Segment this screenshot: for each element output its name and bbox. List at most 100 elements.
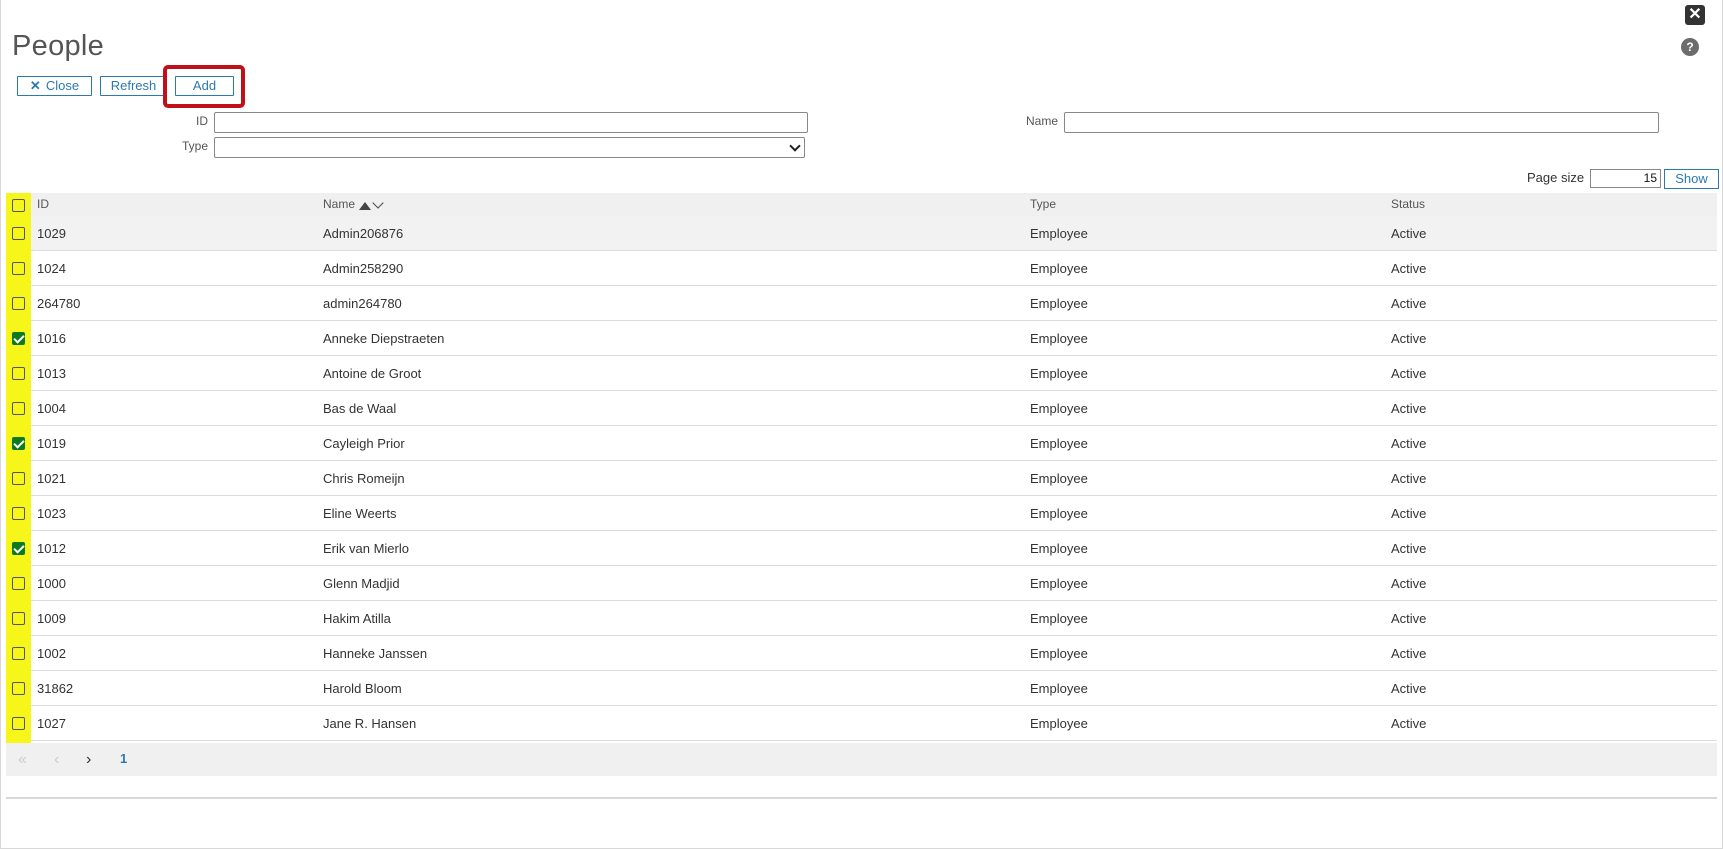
table-row[interactable]: 1023 Eline Weerts Employee Active [6, 496, 1717, 531]
column-header-type[interactable]: Type [1030, 197, 1056, 211]
row-id: 1013 [37, 366, 66, 381]
row-name: Anneke Diepstraeten [323, 331, 445, 346]
row-name: Hanneke Janssen [323, 646, 428, 661]
sort-icon[interactable] [359, 197, 384, 212]
type-filter-select[interactable] [214, 137, 805, 158]
row-checkbox[interactable] [12, 472, 25, 485]
row-status: Active [1391, 611, 1427, 626]
column-header-id[interactable]: ID [37, 197, 49, 211]
page-size-input[interactable]: 15 [1590, 169, 1661, 188]
grid-body: 1029 Admin206876 Employee Active 1024 Admin25… [6, 216, 1717, 741]
page-number-link[interactable]: 1 [120, 751, 127, 766]
row-type: Employee [1030, 436, 1088, 451]
row-name: Bas de Waal [323, 401, 397, 416]
table-row[interactable]: 31862 Harold Bloom Employee Active [6, 671, 1717, 706]
row-status: Active [1391, 261, 1427, 276]
row-checkbox[interactable] [12, 262, 25, 275]
table-row[interactable]: 1021 Chris Romeijn Employee Active [6, 461, 1717, 496]
row-checkbox[interactable] [12, 612, 25, 625]
chevron-down-icon [789, 140, 801, 152]
row-id: 1000 [37, 576, 66, 591]
row-id: 1027 [37, 716, 66, 731]
table-row[interactable]: 1012 Erik van Mierlo Employee Active [6, 531, 1717, 566]
next-page-icon[interactable]: › [86, 751, 91, 769]
column-header-name-label: Name [323, 197, 356, 211]
row-checkbox[interactable] [12, 297, 25, 310]
sort-descending-icon [372, 197, 384, 209]
row-status: Active [1391, 541, 1427, 556]
row-name: Eline Weerts [323, 506, 397, 521]
row-id: 1016 [37, 331, 66, 346]
table-row[interactable]: 1024 Admin258290 Employee Active [6, 251, 1717, 286]
row-checkbox[interactable] [12, 227, 25, 240]
row-checkbox[interactable] [12, 507, 25, 520]
row-id: 1004 [37, 401, 66, 416]
row-type: Employee [1030, 646, 1088, 661]
table-row[interactable]: 264780 admin264780 Employee Active [6, 286, 1717, 321]
row-id: 1019 [37, 436, 66, 451]
name-filter-input[interactable] [1064, 112, 1659, 133]
row-name: Glenn Madjid [323, 576, 400, 591]
close-button[interactable]: ✕ Close [17, 76, 92, 96]
table-row[interactable]: 1004 Bas de Waal Employee Active [6, 391, 1717, 426]
row-checkbox[interactable] [12, 437, 25, 450]
first-page-icon[interactable]: « [18, 751, 27, 769]
row-id: 1024 [37, 261, 66, 276]
people-grid: ID Name Type Status 1029 Admin206876 Emplo… [6, 193, 1717, 741]
close-icon: ✕ [29, 78, 41, 93]
row-checkbox[interactable] [12, 647, 25, 660]
row-name: admin264780 [323, 296, 402, 311]
row-type: Employee [1030, 401, 1088, 416]
window-close-icon[interactable]: ✕ [1685, 5, 1705, 25]
row-name: Harold Bloom [323, 681, 402, 696]
table-row[interactable]: 1027 Jane R. Hansen Employee Active [6, 706, 1717, 741]
table-row[interactable]: 1013 Antoine de Groot Employee Active [6, 356, 1717, 391]
table-row[interactable]: 1002 Hanneke Janssen Employee Active [6, 636, 1717, 671]
row-type: Employee [1030, 366, 1088, 381]
row-type: Employee [1030, 611, 1088, 626]
help-icon[interactable]: ? [1681, 38, 1699, 56]
row-id: 1012 [37, 541, 66, 556]
row-type: Employee [1030, 331, 1088, 346]
table-row[interactable]: 1000 Glenn Madjid Employee Active [6, 566, 1717, 601]
column-header-name[interactable]: Name [323, 197, 384, 212]
row-type: Employee [1030, 716, 1088, 731]
column-header-status[interactable]: Status [1391, 197, 1425, 211]
previous-page-icon[interactable]: ‹ [54, 751, 59, 769]
select-all-checkbox[interactable] [12, 199, 25, 212]
row-type: Employee [1030, 471, 1088, 486]
row-checkbox[interactable] [12, 682, 25, 695]
row-name: Chris Romeijn [323, 471, 405, 486]
row-type: Employee [1030, 226, 1088, 241]
table-row[interactable]: 1009 Hakim Atilla Employee Active [6, 601, 1717, 636]
row-checkbox[interactable] [12, 402, 25, 415]
divider [6, 797, 1717, 799]
grid-header: ID Name Type Status [6, 193, 1717, 216]
table-row[interactable]: 1019 Cayleigh Prior Employee Active [6, 426, 1717, 461]
close-button-label: Close [45, 78, 80, 93]
type-filter-label: Type [181, 139, 208, 153]
row-checkbox[interactable] [12, 542, 25, 555]
row-id: 1021 [37, 471, 66, 486]
row-type: Employee [1030, 681, 1088, 696]
id-filter-label: ID [196, 114, 208, 128]
row-name: Admin258290 [323, 261, 404, 276]
row-type: Employee [1030, 576, 1088, 591]
refresh-button[interactable]: Refresh [100, 76, 167, 96]
row-checkbox[interactable] [12, 332, 25, 345]
table-row[interactable]: 1029 Admin206876 Employee Active [6, 216, 1717, 251]
show-button[interactable]: Show [1664, 169, 1719, 189]
row-checkbox[interactable] [12, 367, 25, 380]
row-type: Employee [1030, 506, 1088, 521]
id-filter-input[interactable] [214, 112, 808, 133]
row-status: Active [1391, 296, 1427, 311]
row-checkbox[interactable] [12, 717, 25, 730]
row-status: Active [1391, 436, 1427, 451]
row-name: Hakim Atilla [323, 611, 391, 626]
row-status: Active [1391, 401, 1427, 416]
row-status: Active [1391, 331, 1427, 346]
table-row[interactable]: 1016 Anneke Diepstraeten Employee Active [6, 321, 1717, 356]
add-button[interactable]: Add [175, 76, 234, 96]
row-id: 1023 [37, 506, 66, 521]
row-checkbox[interactable] [12, 577, 25, 590]
